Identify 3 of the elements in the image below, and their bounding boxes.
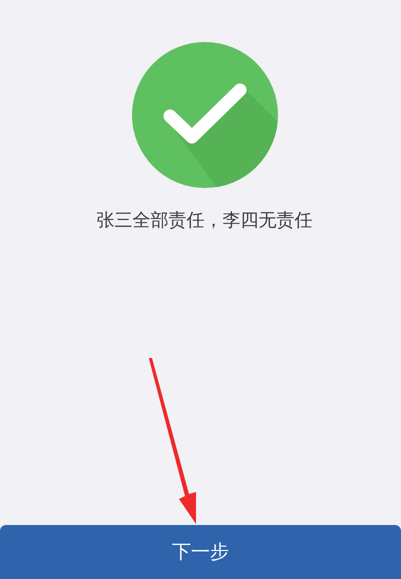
check-circle-icon (132, 42, 278, 188)
next-button[interactable]: 下一步 (0, 525, 401, 579)
result-message: 张三全部责任，李四无责任 (96, 209, 312, 232)
